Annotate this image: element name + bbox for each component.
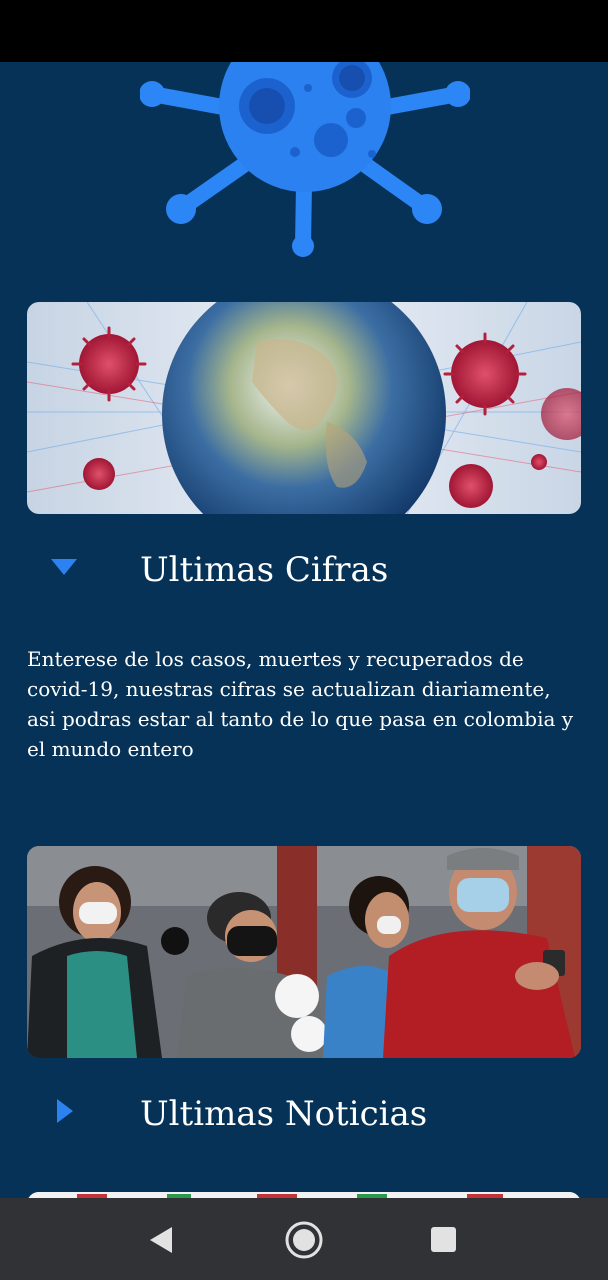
section-header-ultimas-noticias[interactable]: Ultimas Noticias: [0, 1084, 608, 1144]
virus-icon: [140, 62, 470, 257]
section-title: Ultimas Cifras: [140, 550, 389, 590]
back-icon[interactable]: [148, 1226, 174, 1254]
navigation-bar: [0, 1198, 608, 1280]
triangle-down-icon[interactable]: [50, 558, 78, 576]
section-title: Ultimas Noticias: [140, 1094, 428, 1134]
home-icon[interactable]: [284, 1220, 324, 1260]
globe-virus-image[interactable]: [27, 302, 581, 514]
section-header-ultimas-cifras[interactable]: Ultimas Cifras: [0, 540, 608, 600]
recents-icon[interactable]: [430, 1226, 457, 1253]
triangle-right-icon[interactable]: [56, 1098, 74, 1124]
people-masks-image[interactable]: [27, 846, 581, 1058]
section-description: Enterese de los casos, muertes y recuper…: [27, 647, 574, 761]
status-bar: [0, 0, 608, 62]
